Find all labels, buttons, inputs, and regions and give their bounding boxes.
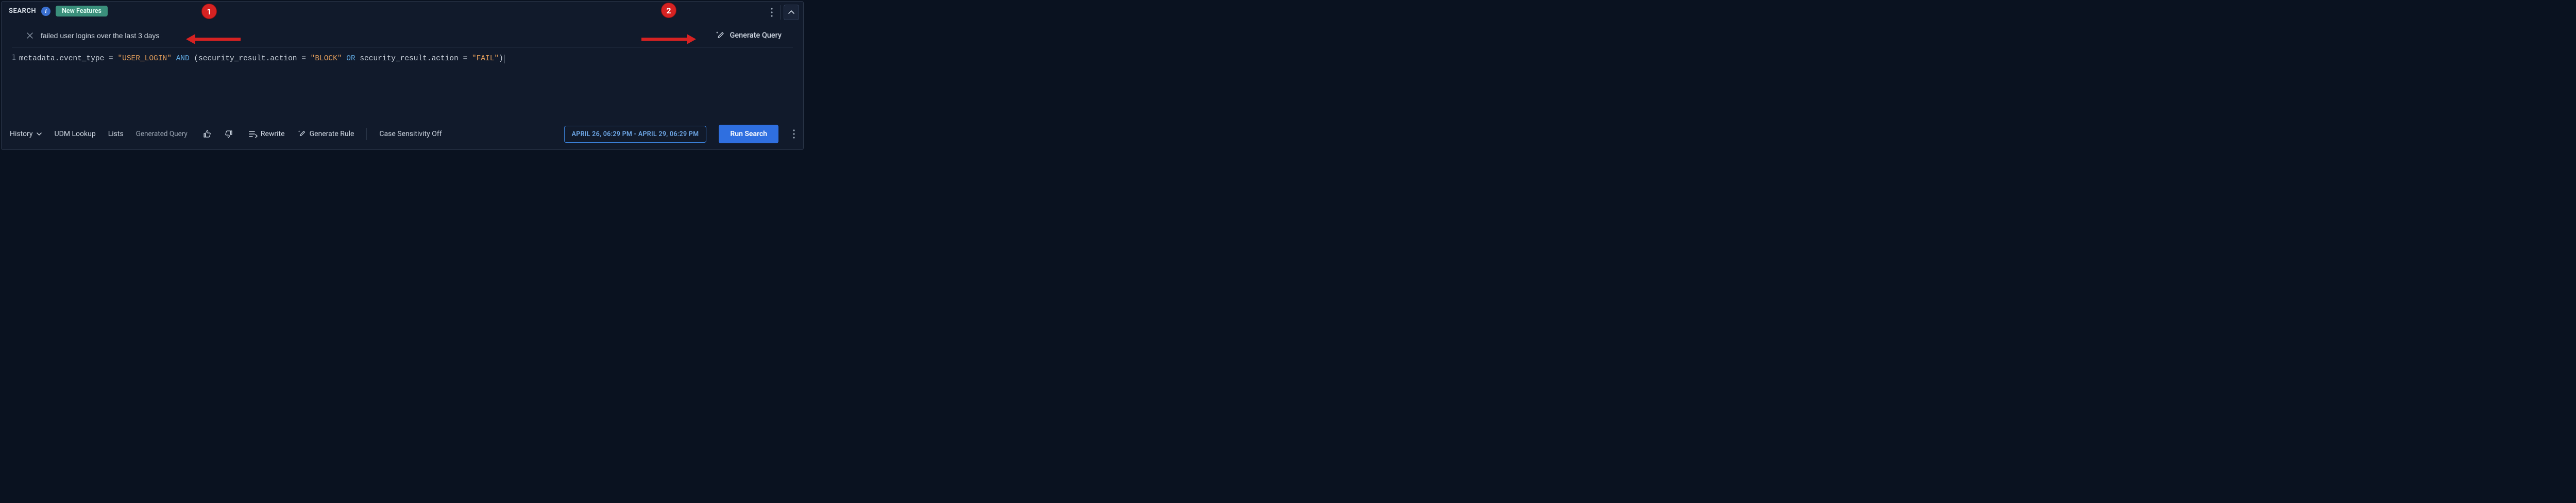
sparkle-pen-icon bbox=[297, 129, 307, 139]
generate-query-label: Generate Query bbox=[730, 31, 782, 40]
generated-query-label: Generated Query bbox=[136, 130, 188, 138]
collapse-button[interactable] bbox=[784, 5, 799, 20]
thumbs-down-icon[interactable] bbox=[222, 128, 236, 140]
sparkle-pen-icon bbox=[715, 30, 725, 41]
natural-language-row: Generate Query bbox=[12, 24, 793, 47]
search-panel: SEARCH i New Features 1 2 bbox=[1, 1, 804, 150]
case-sensitivity-toggle[interactable]: Case Sensitivity Off bbox=[379, 130, 442, 138]
run-search-button[interactable]: Run Search bbox=[719, 125, 778, 143]
rewrite-button[interactable]: Rewrite bbox=[248, 130, 285, 138]
rewrite-label: Rewrite bbox=[261, 130, 285, 138]
info-icon[interactable]: i bbox=[41, 7, 50, 16]
more-menu-icon[interactable] bbox=[767, 6, 777, 19]
new-features-badge[interactable]: New Features bbox=[56, 6, 108, 16]
lists-button[interactable]: Lists bbox=[108, 130, 124, 138]
history-label: History bbox=[10, 130, 33, 138]
query-editor[interactable]: 1 metadata.event_type = "USER_LOGIN" AND… bbox=[8, 54, 797, 120]
search-title: SEARCH bbox=[9, 7, 36, 15]
annotation-badge-2: 2 bbox=[661, 3, 676, 18]
rewrite-icon bbox=[248, 130, 258, 138]
line-number: 1 bbox=[8, 54, 16, 62]
generate-rule-label: Generate Rule bbox=[310, 130, 354, 138]
panel-header: SEARCH i New Features bbox=[2, 2, 803, 21]
footer-bar: History UDM Lookup Lists Generated Query… bbox=[2, 120, 803, 149]
time-range-picker[interactable]: APRIL 26, 06:29 PM - APRIL 29, 06:29 PM bbox=[564, 126, 707, 143]
udm-lookup-button[interactable]: UDM Lookup bbox=[55, 130, 96, 138]
clear-input-icon[interactable] bbox=[26, 30, 41, 41]
text-cursor bbox=[504, 55, 505, 63]
divider bbox=[780, 5, 781, 20]
natural-language-input[interactable] bbox=[41, 28, 709, 43]
line-gutter: 1 bbox=[8, 54, 19, 120]
generate-query-button[interactable]: Generate Query bbox=[709, 30, 788, 41]
annotation-badge-1: 1 bbox=[201, 4, 217, 19]
thumbs-up-icon[interactable] bbox=[200, 128, 214, 140]
history-button[interactable]: History bbox=[10, 130, 42, 138]
code-area[interactable]: metadata.event_type = "USER_LOGIN" AND (… bbox=[19, 54, 797, 120]
generate-rule-button[interactable]: Generate Rule bbox=[297, 129, 354, 139]
more-actions-icon[interactable] bbox=[791, 127, 795, 141]
divider bbox=[366, 128, 367, 140]
header-actions bbox=[767, 5, 799, 20]
chevron-down-icon bbox=[36, 131, 42, 137]
